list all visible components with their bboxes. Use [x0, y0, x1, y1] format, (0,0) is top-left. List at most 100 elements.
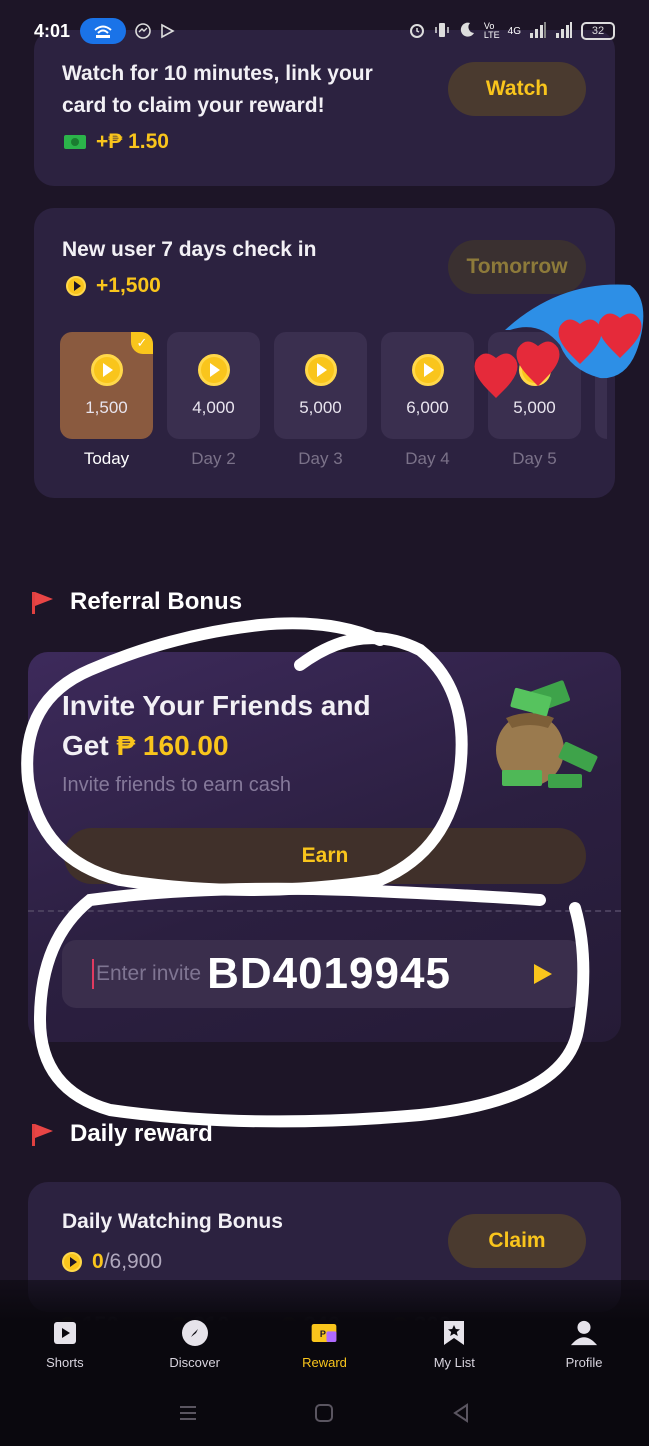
day-item[interactable]: 6,000 Day 4: [381, 332, 474, 469]
watch-title-line2: card to claim your reward!: [62, 94, 325, 117]
reward-icon: P: [310, 1319, 338, 1347]
tomorrow-button[interactable]: Tomorrow: [448, 240, 586, 294]
invite-get-text: Get: [62, 730, 117, 761]
watch-title: Watch for 10 minutes, link your card to …: [62, 58, 373, 122]
day-item[interactable]: 5,000 Day 5: [488, 332, 581, 469]
checkmark-icon: ✓: [131, 332, 153, 354]
day-tile: ✓ 1,500: [60, 332, 153, 439]
daily-progress-current: 0: [92, 1250, 104, 1273]
nav-item-discover[interactable]: Discover: [140, 1319, 250, 1370]
day-tile: 5,000: [488, 332, 581, 439]
cash-icon: [64, 135, 86, 149]
text-cursor: [92, 959, 94, 989]
day-amount: 4,000: [192, 397, 235, 417]
day-label: Today: [83, 449, 130, 468]
day-label: Day 3: [298, 449, 343, 468]
day-label: Day 5: [512, 449, 557, 468]
nav-item-mylist[interactable]: My List: [399, 1319, 509, 1370]
nav-item-profile[interactable]: Profile: [529, 1319, 639, 1370]
watch-reward-amount: +₱ 1.50: [96, 130, 169, 153]
daily-progress: 0/6,900: [62, 1250, 162, 1274]
profile-icon: [570, 1319, 598, 1347]
day-label: Day 4: [405, 449, 450, 468]
invite-code-placeholder: Enter invite: [96, 962, 202, 985]
signal-icon-2: [555, 21, 573, 41]
home-icon[interactable]: [314, 1403, 334, 1429]
divider: [28, 910, 621, 912]
invite-title-line1: Invite Your Friends and: [62, 690, 371, 721]
invite-amount: ₱ 160.00: [116, 730, 229, 761]
back-icon[interactable]: [451, 1403, 471, 1429]
day-item[interactable]: 4,000 Day 2: [167, 332, 260, 469]
coin-icon: [197, 353, 230, 386]
coin-icon: [62, 1252, 82, 1272]
day-amount: 5,000: [513, 397, 556, 417]
referral-heading-text: Referral Bonus: [70, 588, 243, 615]
recents-icon[interactable]: [178, 1403, 198, 1429]
nav-item-reward[interactable]: P Reward: [269, 1319, 379, 1370]
nav-label: My List: [433, 1355, 475, 1370]
hotspot-icon: [80, 18, 127, 44]
nav-label: Discover: [169, 1355, 220, 1370]
earn-button[interactable]: Earn: [64, 828, 586, 884]
daily-watching-title: Daily Watching Bonus: [62, 1210, 283, 1233]
invite-title-line2: Get ₱ 160.00: [62, 726, 371, 766]
nav-label: Reward: [302, 1355, 347, 1370]
coin-icon: [411, 353, 444, 386]
svg-text:P: P: [320, 1329, 326, 1339]
day-amount: 6,000: [406, 397, 449, 417]
day-tile: 4,000: [167, 332, 260, 439]
alarm-icon: [408, 21, 426, 42]
referral-heading: Referral Bonus: [30, 588, 242, 616]
checkin-title: New user 7 days check in: [62, 238, 317, 261]
referral-card: Invite Your Friends and Get ₱ 160.00 Inv…: [28, 652, 621, 1042]
network-type: 4G: [507, 25, 521, 37]
day-tile-partial: [595, 332, 607, 439]
watch-button[interactable]: Watch: [448, 62, 586, 116]
day-tile: 5,000: [274, 332, 367, 439]
invite-title: Invite Your Friends and Get ₱ 160.00: [62, 686, 371, 766]
watch-title-line1: Watch for 10 minutes, link your: [62, 62, 373, 85]
bookmark-icon: [440, 1319, 468, 1347]
vibrate-icon: [434, 21, 450, 42]
checkin-days-row: ✓ 1,500 Today 4,000 Day 2 5,000 Day 3 6,…: [60, 332, 607, 469]
money-bag-icon: [496, 680, 598, 788]
invite-code-input[interactable]: Enter invite BD4019945: [62, 940, 582, 1008]
moon-icon: [458, 21, 476, 42]
status-time: 4:01: [34, 20, 71, 41]
flag-icon: [30, 1122, 54, 1146]
submit-arrow-icon[interactable]: [534, 964, 552, 984]
nav-label: Shorts: [46, 1355, 84, 1370]
daily-progress-total: /6,900: [103, 1250, 163, 1273]
invite-subtitle: Invite friends to earn cash: [62, 774, 292, 796]
status-right-group: Vo LTE 4G 32: [408, 21, 615, 42]
checkin-card: New user 7 days check in +1,500 Tomorrow…: [34, 208, 615, 498]
battery-icon: 32: [581, 22, 615, 40]
invite-code-overlay: BD4019945: [207, 949, 451, 998]
coin-icon: [518, 353, 551, 386]
daily-reward-heading-text: Daily reward: [70, 1120, 213, 1147]
volte-indicator: Vo LTE: [484, 22, 500, 40]
day-item[interactable]: 5,000 Day 3: [274, 332, 367, 469]
checkin-reward: +1,500: [66, 274, 161, 298]
day-tile: 6,000: [381, 332, 474, 439]
daily-reward-heading: Daily reward: [30, 1120, 213, 1148]
nav-item-shorts[interactable]: Shorts: [10, 1319, 120, 1370]
day-amount: 5,000: [299, 397, 342, 417]
checkin-reward-amount: +1,500: [96, 274, 161, 297]
play-store-icon: [158, 22, 176, 40]
watch-reward: +₱ 1.50: [64, 130, 169, 154]
nav-label: Profile: [565, 1355, 603, 1370]
shorts-icon: [51, 1319, 79, 1347]
day-item[interactable]: ✓ 1,500 Today: [60, 332, 153, 469]
compass-icon: [181, 1319, 209, 1347]
coin-icon: [304, 353, 337, 386]
coin-icon: [90, 353, 123, 386]
coin-icon: [66, 276, 86, 296]
messenger-icon: [134, 22, 152, 40]
claim-button[interactable]: Claim: [448, 1214, 586, 1268]
signal-icon: [529, 21, 547, 41]
status-bar: 4:01 Vo LTE 4G 32: [0, 0, 649, 62]
lte-label: LTE: [483, 30, 500, 40]
day-label: Day 2: [191, 449, 236, 468]
